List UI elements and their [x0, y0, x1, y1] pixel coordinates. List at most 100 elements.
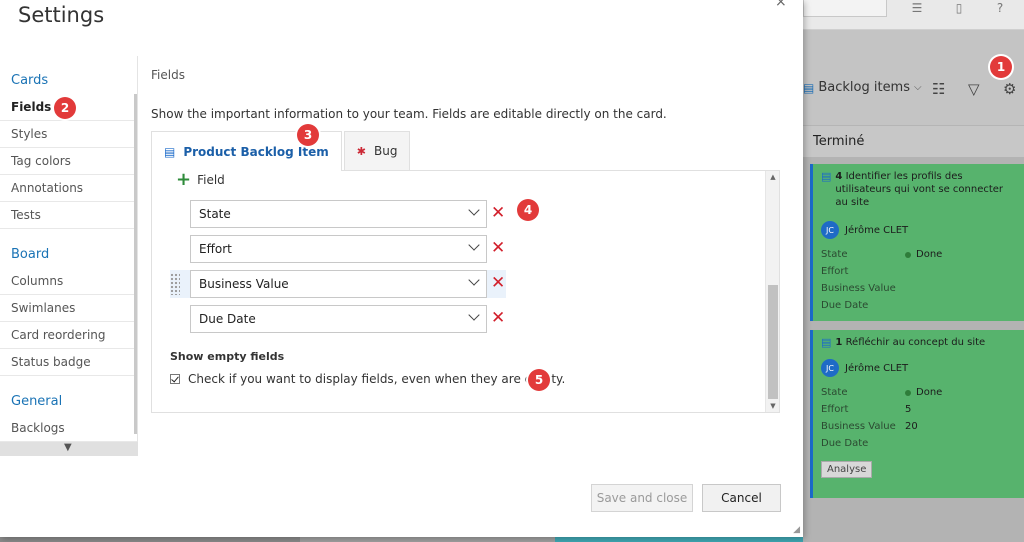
sidebar-item-tests[interactable]: Tests	[0, 202, 137, 229]
page-description: Show the important information to your t…	[151, 107, 667, 121]
show-empty-checkbox[interactable]	[170, 374, 180, 384]
backlog-icon: ▤	[803, 80, 815, 95]
chevron-down-icon	[468, 309, 480, 321]
card-field-value: 20	[905, 421, 918, 432]
card-tag[interactable]: Analyse	[821, 461, 873, 478]
sidebar-item-tag-colors[interactable]: Tag colors	[0, 148, 137, 175]
card-field-value	[905, 266, 1016, 277]
bug-icon: ✱	[356, 144, 366, 158]
sidebar-item-columns[interactable]: Columns	[0, 268, 137, 295]
card-field-value: Done	[916, 387, 943, 398]
breadcrumb: Fields	[151, 68, 185, 82]
backlog-item-icon: ▤	[821, 170, 832, 183]
panel-scrollbar[interactable]: ▲ ▼	[765, 171, 779, 412]
sidebar-item-status-badge[interactable]: Status badge	[0, 349, 137, 376]
sidebar-item-backlogs[interactable]: Backlogs	[0, 415, 137, 442]
scroll-down-icon[interactable]: ▼	[766, 400, 780, 412]
avatar: JC	[821, 221, 839, 239]
scrollbar-thumb[interactable]	[768, 285, 778, 399]
sidebar-item-annotations[interactable]: Annotations	[0, 175, 137, 202]
status-dot	[905, 251, 911, 258]
field-row: Business Value ✕	[170, 270, 506, 298]
chevron-down-icon: ⌵	[914, 82, 922, 93]
add-field-button[interactable]: + Field	[176, 169, 225, 190]
card-field-value: Done	[916, 249, 943, 260]
field-select-value: Business Value	[199, 277, 289, 291]
sidebar-scroll-down[interactable]: ▼	[0, 442, 138, 456]
annotation-badge: 5	[528, 369, 550, 391]
chevron-down-icon	[468, 274, 480, 286]
show-empty-title: Show empty fields	[170, 350, 285, 363]
close-icon[interactable]: ×	[775, 0, 787, 10]
field-row: State ✕	[170, 200, 506, 228]
backlog-selector-label: Backlog items	[818, 80, 910, 95]
dialog-title: Settings	[18, 3, 105, 27]
field-select-value: Due Date	[199, 312, 256, 326]
settings-dialog: Settings × Cards Fields Styles Tag color…	[0, 0, 803, 537]
backlog-item-icon: ▤	[821, 336, 832, 349]
column-header: Terminé	[803, 125, 1024, 157]
sidebar-scrollbar[interactable]	[134, 94, 137, 434]
avatar: JC	[821, 359, 839, 377]
board-search-box[interactable]	[803, 0, 887, 17]
card-field-name: Due Date	[821, 438, 869, 449]
remove-field-icon[interactable]: ✕	[491, 203, 505, 223]
sidebar-section-cards: Cards	[11, 73, 49, 88]
field-select[interactable]: State	[190, 200, 487, 228]
sidebar-item-swimlanes[interactable]: Swimlanes	[0, 295, 137, 322]
remove-field-icon[interactable]: ✕	[491, 238, 505, 258]
card-title: Réfléchir au concept du site	[845, 337, 986, 348]
card-assignee: Jérôme CLET	[845, 224, 909, 236]
field-select-value: Effort	[199, 242, 232, 256]
board-toolbar	[803, 30, 1024, 125]
show-empty-checkbox-label: Check if you want to display fields, eve…	[188, 372, 566, 386]
field-select[interactable]: Due Date	[190, 305, 487, 333]
sidebar-item-card-reordering[interactable]: Card reordering	[0, 322, 137, 349]
save-and-close-button[interactable]: Save and close	[591, 484, 693, 512]
card-field-name: Due Date	[821, 300, 869, 311]
card-title: Identifier les profils des utilisateurs …	[835, 171, 1004, 208]
sidebar-section-general: General	[11, 394, 63, 409]
scroll-up-icon[interactable]: ▲	[766, 171, 780, 183]
fields-panel: + Field State ✕ Effort ✕ Business Value …	[151, 170, 780, 413]
card-field-name: Business Value	[821, 421, 896, 432]
field-row: Effort ✕	[170, 235, 506, 263]
list-icon[interactable]: ☰	[909, 1, 925, 15]
backlog-selector[interactable]: ▤ Backlog items ⌵	[803, 80, 922, 95]
settings-sliders-icon[interactable]: ☷	[932, 80, 945, 98]
card-field-name: State	[821, 387, 848, 398]
card-field-name: State	[821, 249, 848, 260]
annotation-badge: 1	[990, 56, 1012, 78]
card-field-name: Effort	[821, 266, 849, 277]
help-icon[interactable]: ?	[992, 1, 1008, 15]
clipboard-icon[interactable]: ▯	[951, 1, 967, 15]
remove-field-icon[interactable]: ✕	[491, 273, 505, 293]
drag-handle-icon[interactable]	[170, 273, 180, 295]
field-select[interactable]: Effort	[190, 235, 487, 263]
filter-icon[interactable]: ▽	[968, 80, 980, 98]
cancel-button[interactable]: Cancel	[702, 484, 781, 512]
resize-grip-icon[interactable]: ◢	[793, 525, 800, 535]
backlog-item-icon: ▤	[164, 144, 176, 159]
gear-icon[interactable]: ⚙	[1003, 80, 1016, 98]
sidebar-section-board: Board	[11, 247, 50, 262]
chevron-down-icon: ▼	[64, 442, 72, 453]
work-item-tabs: ▤ Product Backlog Item ✱ Bug	[151, 131, 412, 171]
board-card[interactable]: ▤ 1 Réfléchir au concept du site JC Jérô…	[810, 330, 1024, 498]
plus-icon: +	[176, 169, 192, 190]
status-dot	[905, 389, 911, 396]
annotation-badge: 4	[517, 199, 539, 221]
annotation-badge: 3	[297, 124, 319, 146]
add-field-label: Field	[197, 173, 225, 187]
tab-label: Product Backlog Item	[183, 144, 329, 159]
tab-bug[interactable]: ✱ Bug	[343, 131, 411, 170]
field-select[interactable]: Business Value	[190, 270, 487, 298]
board-top-bar: ☰ ▯ ?	[803, 0, 1024, 30]
card-id: 4	[835, 171, 843, 182]
board-card[interactable]: ▤ 4 Identifier les profils des utilisate…	[810, 164, 1024, 321]
card-field-value	[905, 438, 1016, 449]
remove-field-icon[interactable]: ✕	[491, 308, 505, 328]
sidebar-item-styles[interactable]: Styles	[0, 121, 137, 148]
card-field-name: Effort	[821, 404, 849, 415]
card-field-value	[905, 300, 1016, 311]
